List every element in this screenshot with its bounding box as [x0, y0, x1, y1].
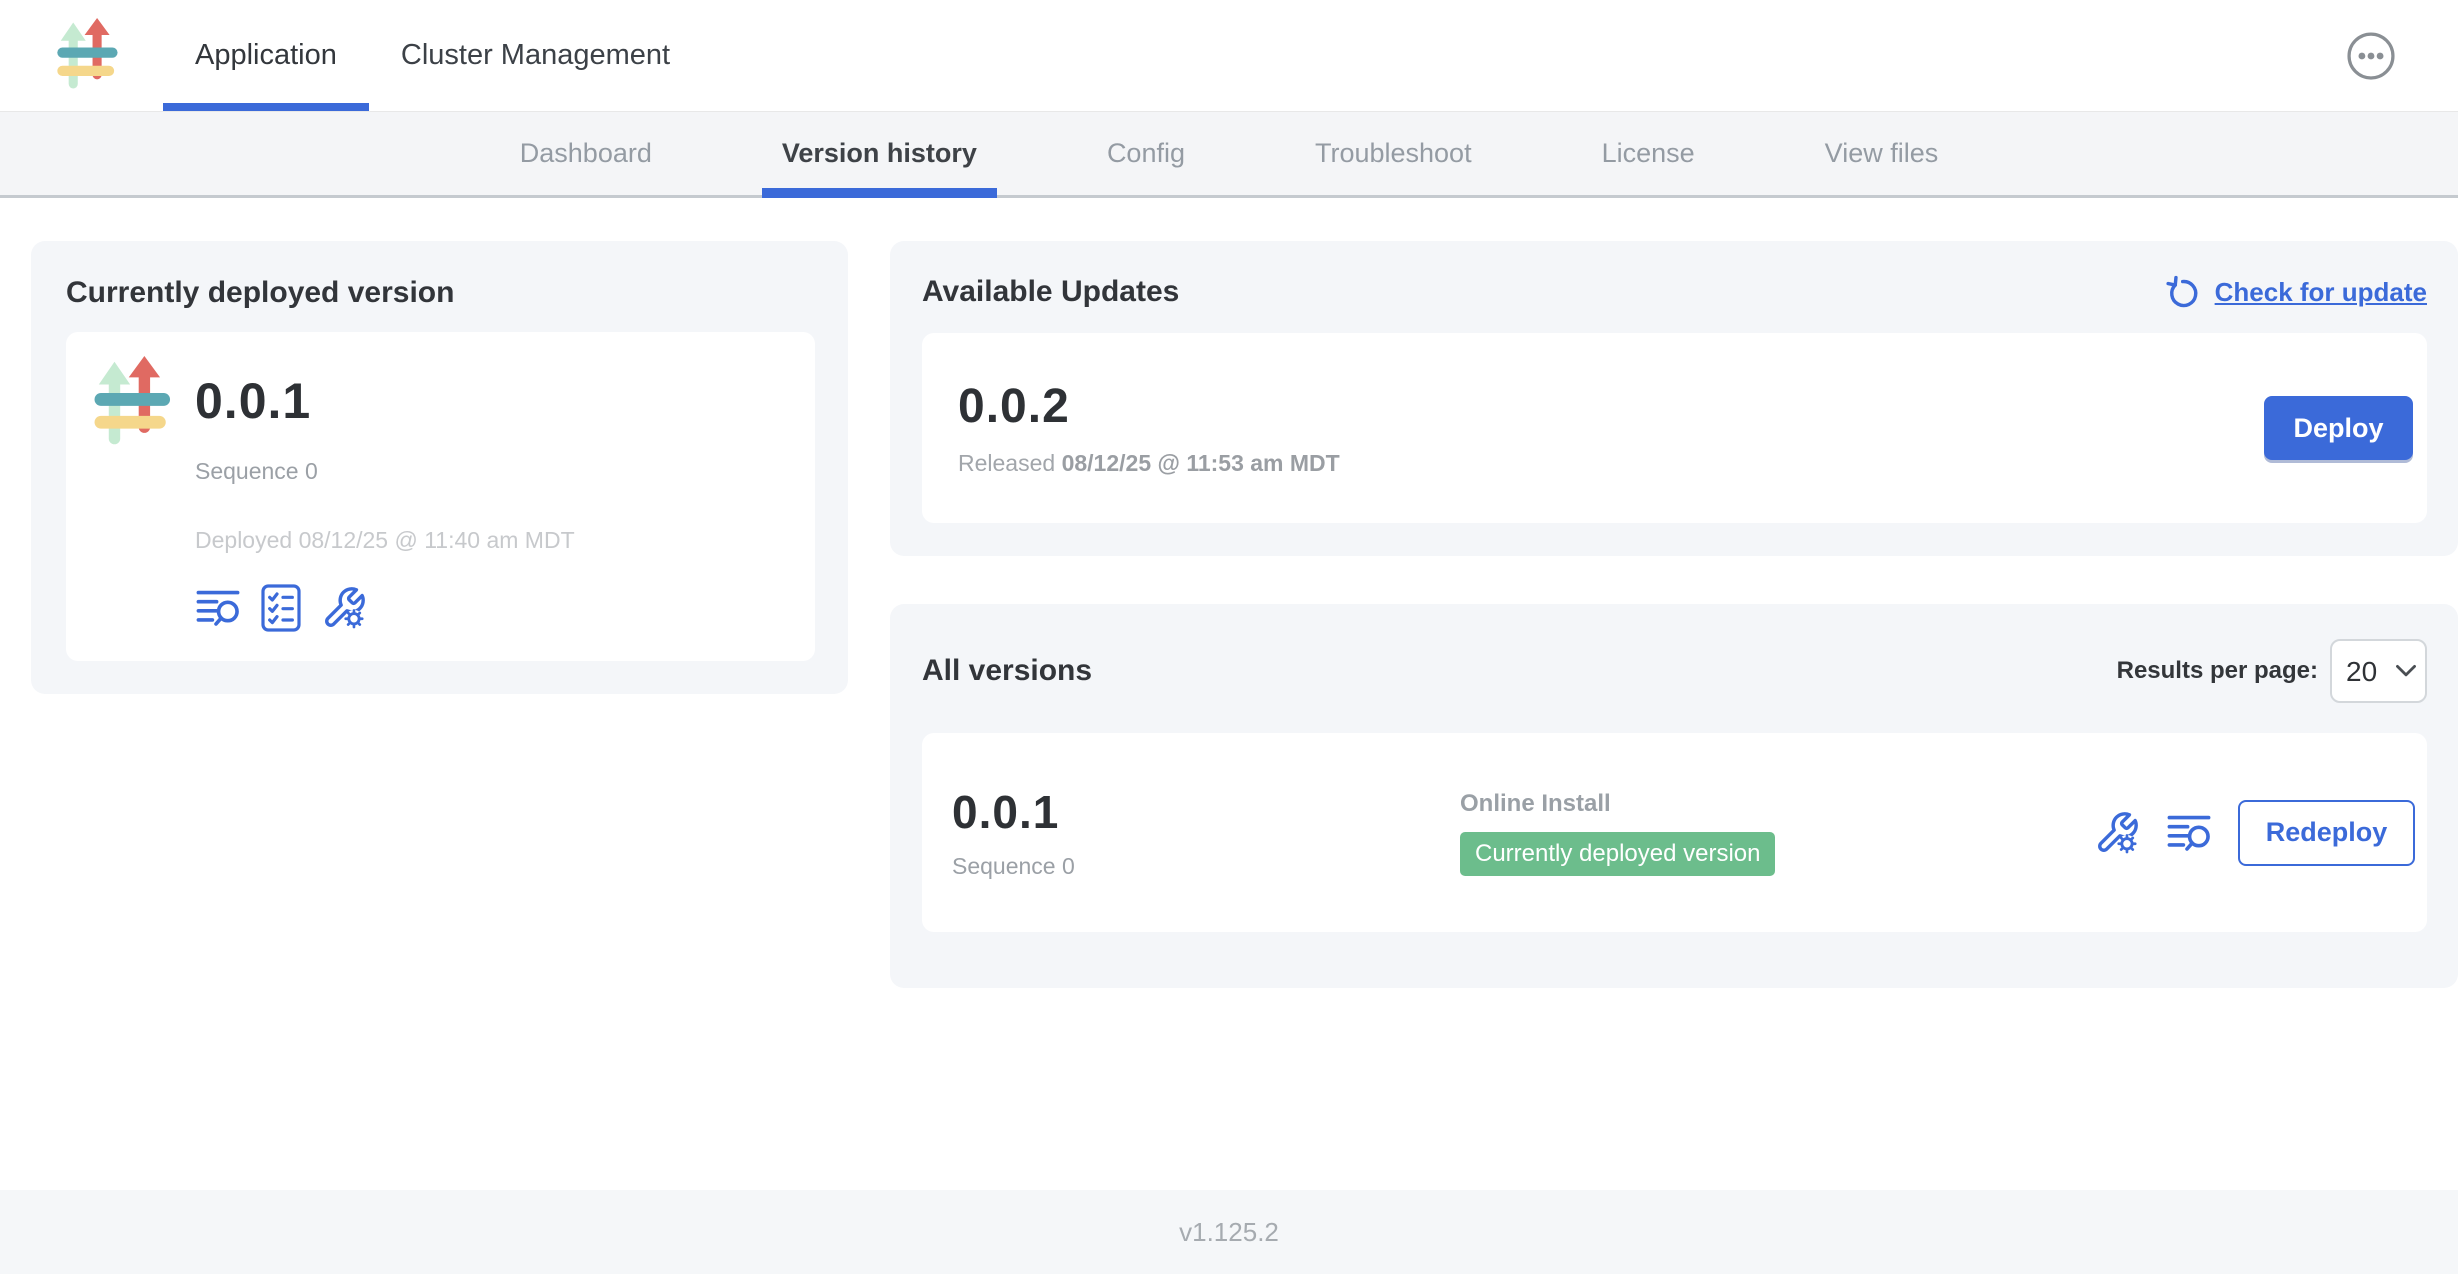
tab-view-files[interactable]: View files [1805, 112, 1959, 195]
available-updates-title: Available Updates [922, 275, 1179, 309]
deployed-version-number: 0.0.1 [195, 372, 575, 430]
available-update-row: 0.0.2 Released 08/12/25 @ 11:53 am MDT D… [922, 333, 2427, 523]
header-spacer [702, 0, 2345, 111]
results-per-page-select[interactable]: 20 [2330, 639, 2427, 703]
update-released-timestamp: Released 08/12/25 @ 11:53 am MDT [958, 450, 1340, 477]
right-column: Available Updates Check for update 0.0.2… [890, 241, 2458, 1190]
version-history-page: Application Cluster Management Dashboard… [0, 0, 2458, 1274]
currently-deployed-title: Currently deployed version [66, 276, 815, 310]
view-logs-button[interactable] [195, 587, 241, 629]
console-version: v1.125.2 [1179, 1217, 1279, 1248]
app-logo-arrows-icon [56, 18, 120, 93]
preflight-checklist-icon [261, 584, 301, 632]
results-per-page-group: Results per page: 20 [2117, 639, 2427, 703]
edit-config-button[interactable] [321, 585, 367, 631]
check-for-update-label: Check for update [2215, 277, 2427, 308]
header-tabs: Application Cluster Management [163, 0, 702, 111]
available-updates-card: Available Updates Check for update 0.0.2… [890, 241, 2458, 556]
tab-version-history[interactable]: Version history [762, 112, 997, 195]
deployed-sequence: Sequence 0 [195, 458, 575, 485]
check-for-update-link[interactable]: Check for update [2165, 274, 2427, 310]
deploy-button[interactable]: Deploy [2264, 396, 2413, 460]
main-content: Currently deployed version 0.0.1 Sequenc… [0, 198, 2458, 1190]
tab-license[interactable]: License [1582, 112, 1715, 195]
config-wrench-icon [2094, 810, 2140, 856]
version-row: 0.0.1 Sequence 0 Online Install Currentl… [922, 733, 2427, 932]
app-subnav: Dashboard Version history Config Trouble… [0, 112, 2458, 198]
deployed-timestamp: Deployed 08/12/25 @ 11:40 am MDT [195, 527, 575, 554]
results-per-page-label: Results per page: [2117, 657, 2318, 685]
currently-deployed-version-panel: 0.0.1 Sequence 0 Deployed 08/12/25 @ 11:… [66, 332, 815, 661]
update-version-number: 0.0.2 [958, 379, 1340, 434]
logs-search-icon [195, 587, 241, 629]
refresh-icon [2165, 274, 2201, 310]
preflight-checks-button[interactable] [261, 584, 301, 632]
overflow-menu-button[interactable] [2345, 30, 2397, 82]
row-version-number: 0.0.1 [952, 785, 1460, 839]
tab-application[interactable]: Application [163, 0, 369, 111]
ellipsis-circle-icon [2345, 30, 2397, 82]
edit-config-button[interactable] [2094, 810, 2140, 856]
tab-troubleshoot[interactable]: Troubleshoot [1295, 112, 1492, 195]
install-type-label: Online Install [1460, 790, 1775, 818]
logs-search-icon [2166, 812, 2212, 854]
tab-config[interactable]: Config [1087, 112, 1205, 195]
app-logo-arrows-icon [93, 356, 173, 450]
tab-cluster-management[interactable]: Cluster Management [369, 0, 702, 111]
all-versions-title: All versions [922, 654, 1092, 688]
top-navbar: Application Cluster Management [0, 0, 2458, 112]
tab-dashboard[interactable]: Dashboard [500, 112, 672, 195]
currently-deployed-card: Currently deployed version 0.0.1 Sequenc… [31, 241, 848, 694]
row-actions: Redeploy [2094, 800, 2415, 866]
app-logo [56, 0, 120, 111]
all-versions-card: All versions Results per page: 20 [890, 604, 2458, 988]
currently-deployed-badge: Currently deployed version [1460, 832, 1775, 876]
row-sequence: Sequence 0 [952, 853, 1460, 880]
view-logs-button[interactable] [2166, 812, 2212, 854]
config-wrench-icon [321, 585, 367, 631]
deployed-version-actions [195, 584, 575, 632]
redeploy-button[interactable]: Redeploy [2238, 800, 2415, 866]
page-footer: v1.125.2 [0, 1190, 2458, 1274]
